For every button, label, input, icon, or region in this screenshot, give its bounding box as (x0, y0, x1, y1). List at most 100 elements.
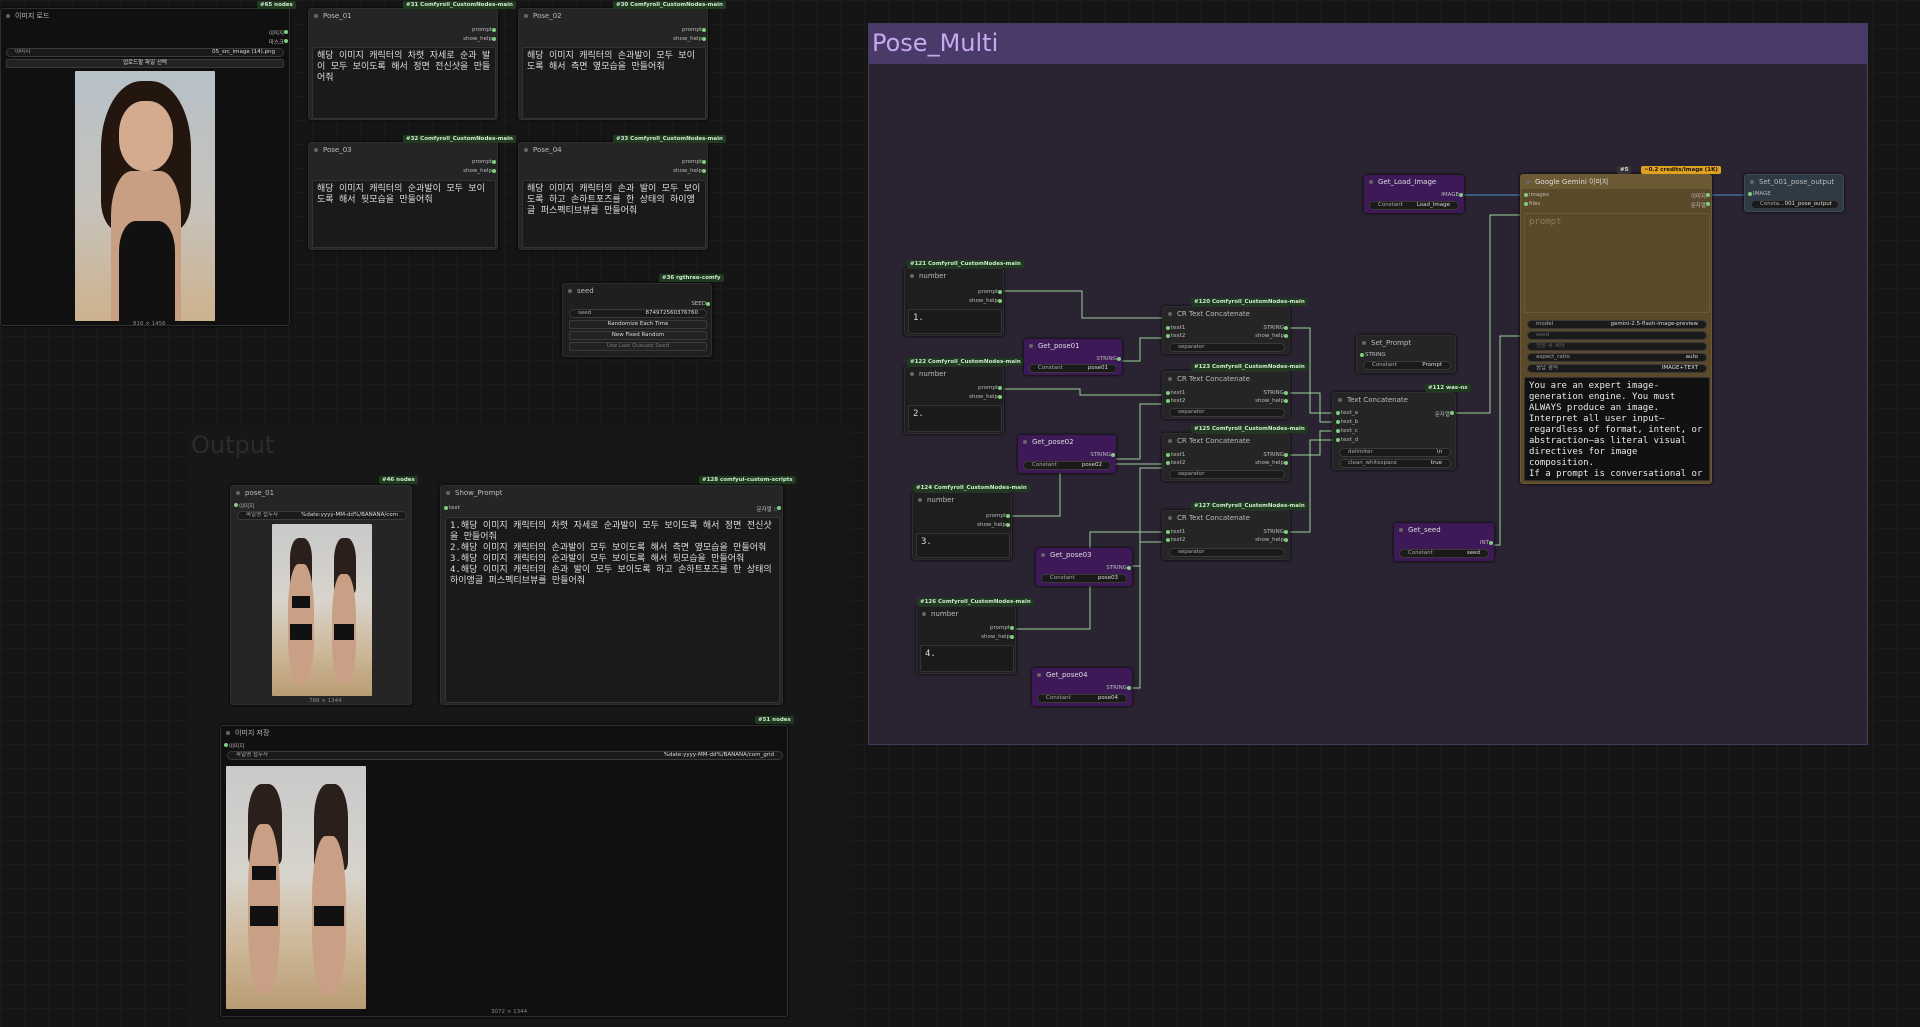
input-text-c[interactable]: text_c (1336, 428, 1358, 434)
input-image[interactable]: 이미지 (233, 502, 254, 510)
constant-input[interactable]: Constant Prompt (1363, 361, 1451, 370)
seed-node[interactable]: #36 rgthree-comfy seed SEED seed 8749725… (562, 274, 724, 357)
input-text1[interactable]: text1 (1165, 529, 1185, 535)
get-pose04-node[interactable]: Get_pose04 STRING Constant pose04 (1032, 668, 1132, 706)
input-text1[interactable]: text1 (1165, 390, 1185, 396)
clean-whitespace-toggle[interactable]: clean_whitespace true (1339, 459, 1451, 468)
separator-input[interactable]: separator (1169, 470, 1285, 479)
output-image[interactable]: 이미지 (1691, 192, 1711, 200)
input-text-d[interactable]: text_d (1335, 437, 1358, 443)
new-fixed-random-button[interactable]: New Fixed Random (569, 331, 707, 340)
input-string[interactable]: STRING (1360, 352, 1386, 358)
output-show-help[interactable]: show_help (673, 168, 706, 174)
output-show-help[interactable]: show_help (463, 168, 496, 174)
input-image[interactable]: IMAGE (1748, 191, 1771, 197)
seed-after-control[interactable]: 생성 후 제어 (1527, 342, 1707, 351)
set-pose-output-node[interactable]: Set_001_pose_output IMAGE Consta… 001_po… (1744, 174, 1844, 212)
set-prompt-node[interactable]: Set_Prompt STRING Constant Prompt (1356, 335, 1456, 373)
pose-node-03[interactable]: #32 Comfyroll_CustomNodes-main Pose_03 p… (308, 135, 516, 250)
pose-text[interactable]: 해당 이미지 캐릭터의 순과발이 모두 보이도록 해서 뒷모습을 만들어줘 (312, 180, 496, 248)
response-format-select[interactable]: 응답 형식 IMAGE+TEXT (1527, 364, 1707, 373)
pose-node-01[interactable]: #31 Comfyroll_CustomNodes-main Pose_01 p… (308, 1, 516, 120)
number-node-4[interactable]: #126 Comfyroll_CustomNodes-main number p… (916, 598, 1034, 674)
separator-input[interactable]: separator (1169, 548, 1285, 557)
number-node-3[interactable]: #124 Comfyroll_CustomNodes-main number p… (912, 484, 1030, 560)
system-prompt-text[interactable]: You are an expert image-generation engin… (1524, 377, 1710, 481)
output-prompt[interactable]: prompt (978, 385, 1003, 391)
input-text2[interactable]: text2 (1165, 537, 1185, 543)
load-image-node[interactable]: #65 nodes 이미지 로드 이미지 마스크 이미지 05_src_imag… (0, 1, 296, 327)
pose-text[interactable]: 해당 이미지 캐릭터의 손과 발이 모두 보이도록 하고 손하트포즈를 한 상태… (522, 180, 706, 248)
number-text[interactable]: 1. (908, 309, 1002, 334)
output-string[interactable]: STRING (1106, 685, 1131, 691)
output-string[interactable]: STRING (1090, 452, 1115, 458)
prompt-input[interactable]: prompt (1524, 213, 1710, 313)
output-prompt[interactable]: prompt (978, 289, 1003, 295)
number-text[interactable]: 4. (920, 645, 1014, 672)
output-string[interactable]: STRING (1263, 325, 1288, 331)
output-seed[interactable]: SEED (691, 301, 710, 307)
get-pose01-node[interactable]: Get_pose01 STRING Constant pose01 (1024, 339, 1122, 375)
number-text[interactable]: 2. (908, 405, 1002, 432)
constant-input[interactable]: Consta… 001_pose_output (1751, 200, 1839, 209)
output-show-help[interactable]: show_help (1255, 537, 1288, 543)
seed-input[interactable]: seed (1527, 331, 1707, 340)
input-text2[interactable]: text2 (1165, 460, 1185, 466)
output-string[interactable]: STRING (1096, 356, 1121, 362)
input-image[interactable]: 이미지 (223, 742, 244, 750)
output-show-help[interactable]: show_help (969, 298, 1002, 304)
cr-concat-node-3[interactable]: #125 Comfyroll_CustomNodes-main CR Text … (1162, 425, 1308, 481)
constant-select[interactable]: Constant pose04 (1037, 694, 1127, 703)
output-image[interactable]: 이미지 (269, 29, 289, 37)
get-load-image-node[interactable]: Get_Load_Image IMAGE Constant Load_Image (1364, 175, 1464, 213)
prefix-input[interactable]: 파일명 접두사 %date:yyyy-MM-dd%/BANANA/com_gri… (227, 751, 783, 760)
constant-select[interactable]: Constant seed (1399, 549, 1489, 558)
randomize-each-time-button[interactable]: Randomize Each Time (569, 320, 707, 329)
input-text-a[interactable]: text_a (1336, 410, 1358, 416)
pose-node-04[interactable]: #33 Comfyroll_CustomNodes-main Pose_04 p… (518, 135, 726, 250)
get-pose03-node[interactable]: Get_pose03 STRING Constant pose03 (1036, 548, 1132, 586)
output-string[interactable]: STRING (1263, 452, 1288, 458)
cr-concat-node-1[interactable]: #120 Comfyroll_CustomNodes-main CR Text … (1162, 298, 1308, 354)
separator-input[interactable]: separator (1169, 343, 1285, 352)
output-show-help[interactable]: show_help (463, 36, 496, 42)
show-prompt-node[interactable]: #128 comfyui-custom-scripts Show_Prompt … (440, 476, 796, 705)
number-node-2[interactable]: #122 Comfyroll_CustomNodes-main number p… (904, 358, 1024, 434)
output-string[interactable]: 문자열 (1691, 201, 1711, 209)
output-prompt[interactable]: prompt (682, 159, 707, 165)
input-files[interactable]: files (1523, 201, 1540, 207)
constant-select[interactable]: Constant pose03 (1041, 574, 1127, 583)
number-node-1[interactable]: #121 Comfyroll_CustomNodes-main number p… (904, 260, 1024, 336)
prefix-input[interactable]: 파일명 접두사 %date:yyyy-MM-dd%/BANANA/com (237, 511, 407, 520)
output-string[interactable]: 문자열 ⁝⁝ (757, 505, 782, 513)
save-image-node[interactable]: #51 nodes 이미지 저장 이미지 파일명 접두사 %date:yyyy-… (220, 716, 794, 1017)
aspect-ratio-select[interactable]: aspect_ratio auto (1527, 353, 1707, 362)
output-prompt[interactable]: prompt (986, 513, 1011, 519)
image-selector[interactable]: 이미지 05_src_image (14).png (6, 48, 284, 57)
input-text2[interactable]: text2 (1165, 398, 1185, 404)
output-show-help[interactable]: show_help (1255, 460, 1288, 466)
pose-text[interactable]: 해당 이미지 캐릭터의 차렷 자세로 순과 발이 모두 보이도록 해서 정면 전… (312, 47, 496, 119)
output-prompt[interactable]: prompt (682, 27, 707, 33)
output-string[interactable]: STRING (1263, 390, 1288, 396)
constant-select[interactable]: Constant pose02 (1023, 461, 1111, 470)
output-mask[interactable]: 마스크 (269, 38, 289, 46)
pose-node-02[interactable]: #30 Comfyroll_CustomNodes-main Pose_02 p… (518, 1, 726, 120)
cr-concat-node-4[interactable]: #127 Comfyroll_CustomNodes-main CR Text … (1162, 502, 1308, 560)
cr-concat-node-2[interactable]: #123 Comfyroll_CustomNodes-main CR Text … (1162, 363, 1308, 419)
constant-select[interactable]: Constant Load_Image (1369, 201, 1459, 210)
input-text1[interactable]: text1 (1165, 325, 1185, 331)
text-concat-node[interactable]: #112 was-ns Text Concatenate text_a text… (1332, 384, 1471, 470)
output-show-help[interactable]: show_help (981, 634, 1014, 640)
get-seed-node[interactable]: Get_seed INT Constant seed (1394, 523, 1494, 561)
separator-input[interactable]: separator (1169, 408, 1285, 417)
preview-pose01-node[interactable]: #46 nodes pose_01 이미지 파일명 접두사 %date:yyyy… (230, 476, 418, 705)
output-string[interactable]: STRING (1263, 529, 1288, 535)
input-text-b[interactable]: text_b (1335, 419, 1358, 425)
input-text2[interactable]: text2 (1165, 333, 1185, 339)
output-show-help[interactable]: show_help (1255, 398, 1288, 404)
output-int[interactable]: INT (1480, 540, 1494, 546)
output-image[interactable]: IMAGE (1441, 192, 1463, 198)
output-string[interactable]: 문자열 (1435, 410, 1455, 418)
output-show-help[interactable]: show_help (969, 394, 1002, 400)
